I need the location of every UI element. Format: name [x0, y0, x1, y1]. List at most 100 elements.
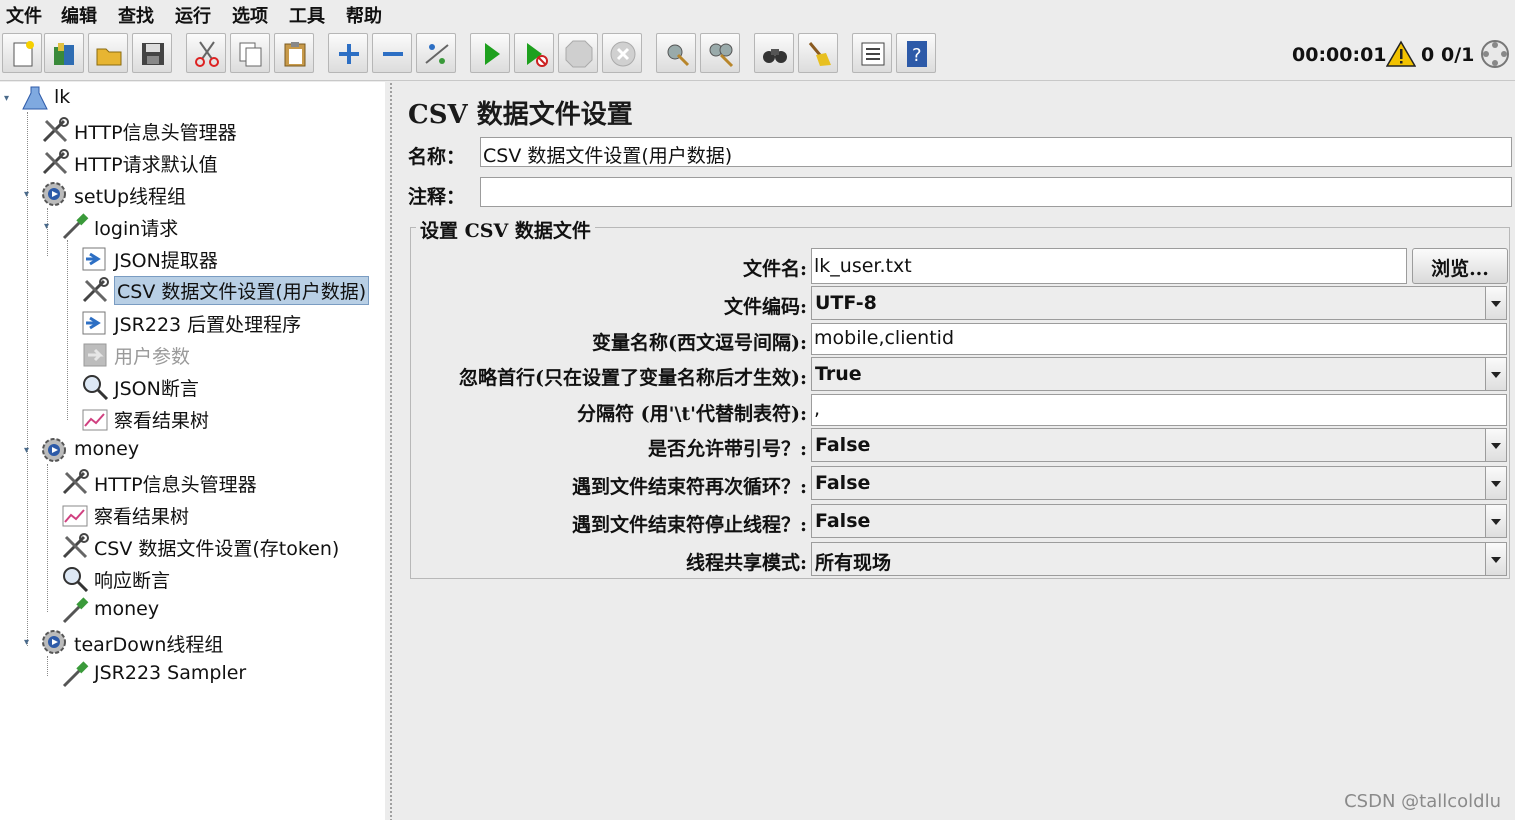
clear-icon [667, 44, 690, 67]
new-button[interactable] [2, 33, 42, 73]
listener-graph-icon [62, 505, 88, 527]
copy-button[interactable] [230, 33, 270, 73]
pre-processor-icon [83, 343, 107, 367]
collapse-toggle-icon[interactable]: ▾ [24, 637, 34, 648]
collapse-toggle-icon[interactable]: ▾ [4, 93, 14, 104]
collapse-toggle-icon[interactable]: ▾ [24, 189, 34, 200]
help-button[interactable]: ? [896, 33, 936, 73]
templates-icon [54, 43, 74, 65]
reset-search-button[interactable] [798, 33, 838, 73]
shutdown-icon [610, 41, 636, 67]
collapse-icon [383, 52, 403, 56]
toolbar: ? 00:00:01 0 0/1 [0, 30, 1515, 81]
encoding-select[interactable]: UTF-8 [811, 286, 1507, 320]
expand-icon [339, 44, 359, 64]
warning-icon[interactable] [1386, 40, 1416, 68]
filename-field[interactable]: lk_user.txt [811, 248, 1407, 284]
sampler-pipette-icon [62, 597, 89, 624]
comment-field[interactable] [480, 177, 1512, 207]
chevron-down-icon[interactable] [1485, 429, 1506, 461]
thread-group-gear-icon [42, 182, 66, 206]
paste-icon [284, 42, 306, 67]
warning-count: 0 [1421, 44, 1435, 66]
config-tool-icon [62, 533, 89, 559]
delimiter-field[interactable]: , [811, 394, 1507, 426]
new-icon [13, 41, 34, 67]
page-title: CSV 数据文件设置 [408, 100, 633, 130]
collapse-button[interactable] [372, 33, 412, 73]
group-title: 设置 CSV 数据文件 [416, 216, 595, 243]
browse-button[interactable]: 浏览... [1412, 248, 1508, 284]
thread-count: 0/1 [1441, 44, 1475, 66]
config-tool-icon [42, 117, 69, 143]
csv-config-panel: CSV 数据文件设置 名称： CSV 数据文件设置(用户数据) 注释： 设置 C… [398, 82, 1515, 820]
chevron-down-icon[interactable] [1485, 358, 1506, 390]
watermark: CSDN @tallcoldlu [1344, 791, 1501, 812]
post-processor-icon [82, 311, 106, 335]
assertion-magnifier-icon [83, 375, 109, 400]
expand-button[interactable] [328, 33, 368, 73]
collapse-toggle-icon[interactable]: ▾ [44, 221, 54, 232]
sampler-pipette-icon [62, 661, 89, 688]
templates-button[interactable] [44, 33, 84, 73]
running-status-icon [1481, 40, 1509, 68]
clear-button[interactable] [656, 33, 696, 73]
menu-run[interactable]: 运行 [175, 2, 211, 28]
function-helper-button[interactable] [852, 33, 892, 73]
recycle-on-eof-label: 遇到文件结束符再次循环？: [571, 476, 807, 498]
comment-label: 注释： [408, 186, 466, 208]
post-processor-icon [82, 247, 106, 271]
broom-icon [808, 42, 831, 66]
menu-tools[interactable]: 工具 [289, 2, 325, 28]
thread-group-gear-icon [42, 630, 66, 654]
menu-options[interactable]: 选项 [232, 2, 268, 28]
delimiter-label: 分隔符 (用'\t'代替制表符): [577, 403, 807, 425]
variable-names-label: 变量名称(西文逗号间隔): [592, 332, 807, 354]
clear-all-button[interactable] [700, 33, 740, 73]
save-icon [142, 43, 164, 65]
cut-button[interactable] [186, 33, 226, 73]
sampler-pipette-icon [62, 213, 89, 240]
help-icon: ? [907, 41, 927, 67]
function-helper-icon [861, 42, 885, 66]
open-button[interactable] [88, 33, 128, 73]
open-icon [96, 48, 122, 66]
stop-button[interactable] [558, 33, 598, 73]
variable-names-field[interactable]: mobile,clientid [811, 323, 1507, 355]
collapse-toggle-icon[interactable]: ▾ [24, 445, 34, 456]
start-button[interactable] [470, 33, 510, 73]
save-button[interactable] [132, 33, 172, 73]
start-no-pause-icon [527, 43, 548, 67]
ignore-first-line-select[interactable]: True [811, 357, 1507, 391]
encoding-label: 文件编码: [723, 296, 807, 318]
name-field[interactable]: CSV 数据文件设置(用户数据) [480, 137, 1512, 167]
menu-search[interactable]: 查找 [118, 2, 154, 28]
filename-label: 文件名: [742, 258, 807, 280]
split-pane-divider[interactable] [385, 82, 397, 820]
chevron-down-icon[interactable] [1485, 467, 1506, 499]
stop-thread-on-eof-select[interactable]: False [811, 504, 1507, 538]
recycle-on-eof-select[interactable]: False [811, 466, 1507, 500]
menu-file[interactable]: 文件 [6, 2, 42, 28]
chevron-down-icon[interactable] [1485, 505, 1506, 537]
paste-button[interactable] [274, 33, 314, 73]
start-no-pause-button[interactable] [514, 33, 554, 73]
allow-quoted-select[interactable]: False [811, 428, 1507, 462]
toggle-button[interactable] [416, 33, 456, 73]
assertion-magnifier-icon [63, 567, 89, 592]
chevron-down-icon[interactable] [1485, 287, 1506, 319]
stop-thread-on-eof-label: 遇到文件结束符停止线程？: [571, 514, 807, 536]
chevron-down-icon[interactable] [1485, 543, 1506, 575]
sharing-mode-label: 线程共享模式: [685, 552, 807, 574]
test-plan-icon [22, 86, 48, 110]
menu-edit[interactable]: 编辑 [61, 2, 97, 28]
listener-graph-icon [82, 409, 108, 431]
name-label: 名称： [408, 146, 466, 168]
shutdown-button[interactable] [602, 33, 642, 73]
copy-icon [239, 42, 262, 67]
config-tool-icon [62, 469, 89, 495]
toggle-icon [425, 44, 449, 64]
sharing-mode-select[interactable]: 所有现场 [811, 542, 1507, 576]
search-button[interactable] [754, 33, 794, 73]
menu-help[interactable]: 帮助 [346, 2, 382, 28]
